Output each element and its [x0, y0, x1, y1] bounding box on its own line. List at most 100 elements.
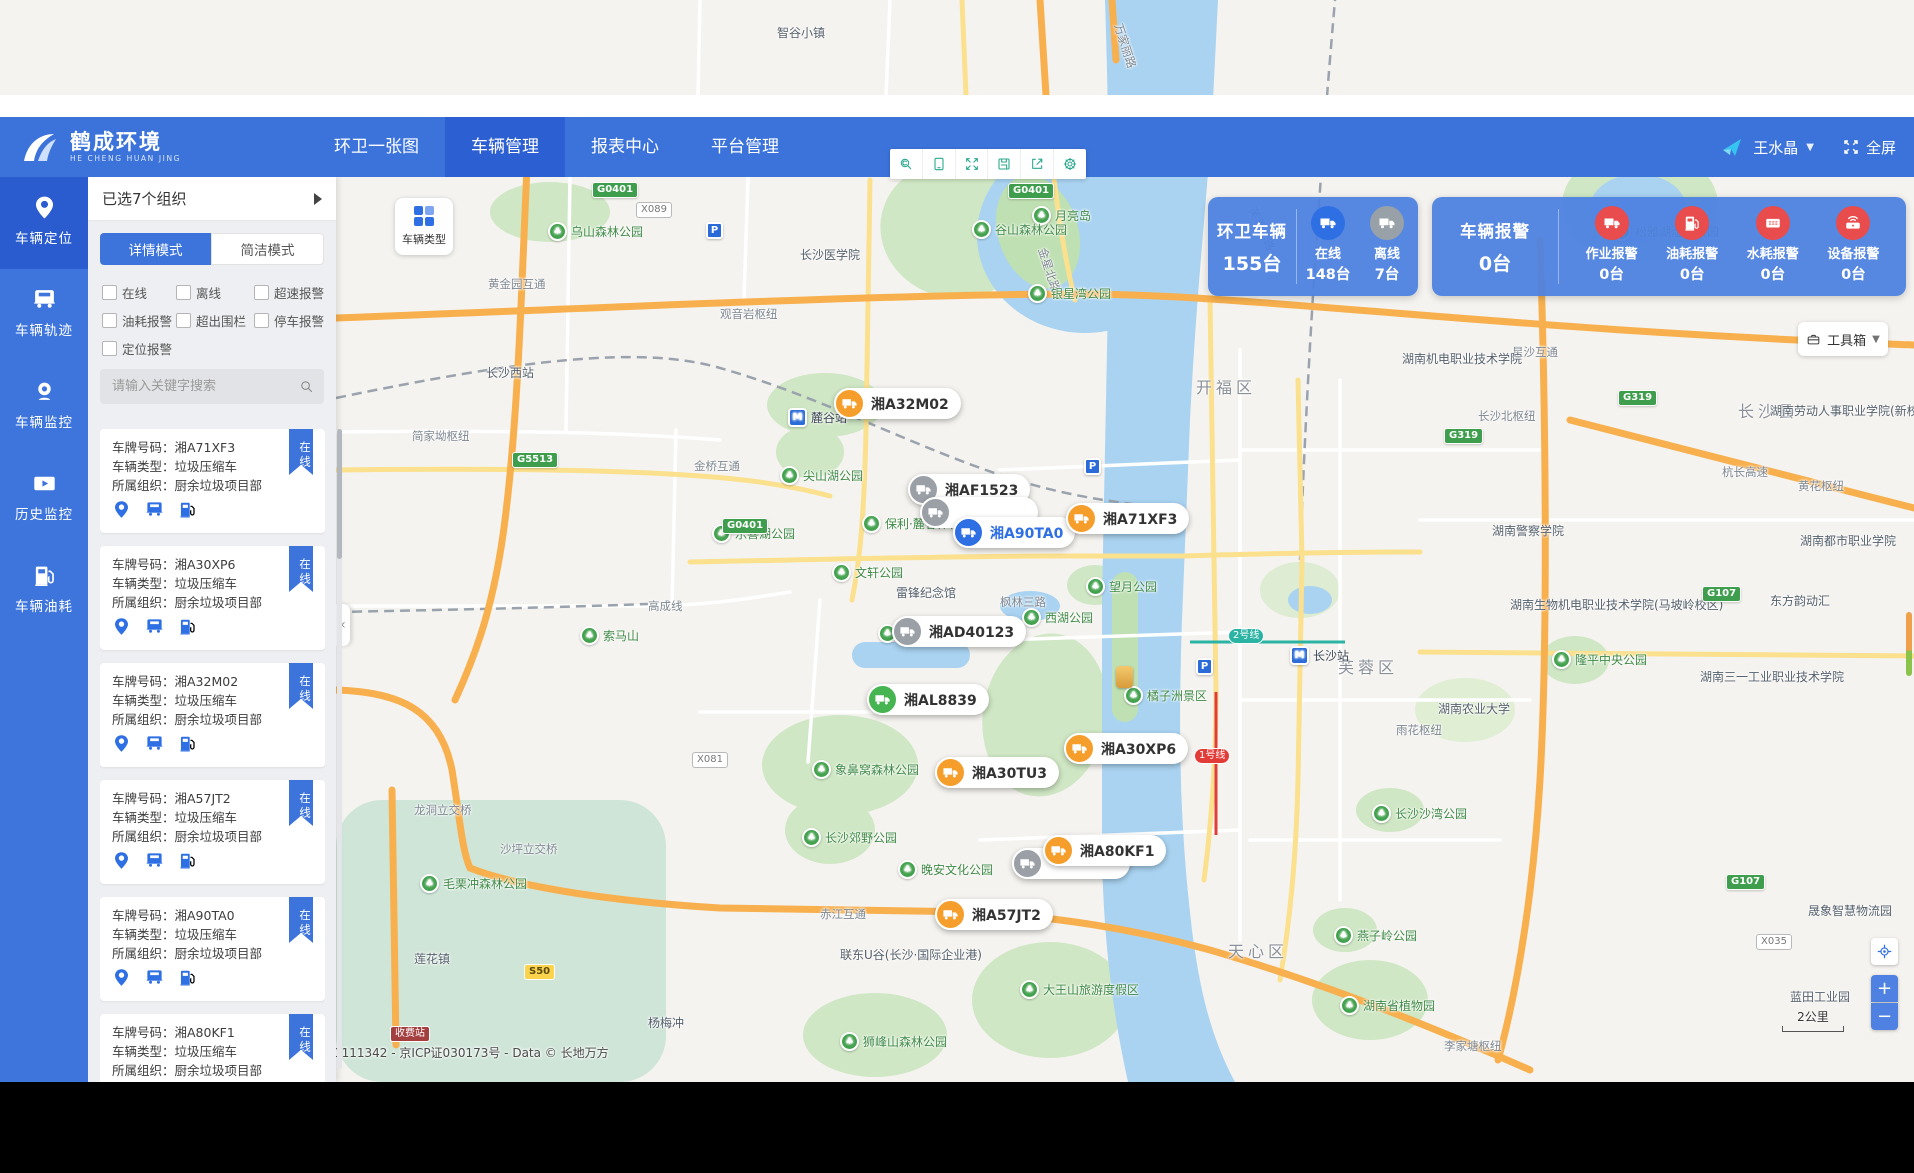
fleet-stat-item: 离线 7台 — [1359, 206, 1415, 296]
filter-option[interactable]: 离线 — [176, 283, 254, 302]
checkbox[interactable] — [102, 341, 117, 356]
locate-vehicle-icon[interactable] — [112, 617, 131, 636]
vehicle-marker[interactable]: 湘A71XF3 — [1066, 503, 1189, 534]
fullscreen-button[interactable]: 全屏 — [1842, 137, 1896, 158]
vehicle-marker[interactable]: 湘A57JT2 — [935, 899, 1053, 930]
map-road-badge: 2号线 — [1228, 628, 1264, 644]
map-label: 狮峰山森林公园 — [840, 1032, 947, 1051]
map-label-text: 莲花镇 — [414, 950, 450, 967]
fuel-vehicle-icon[interactable] — [178, 500, 197, 519]
track-vehicle-icon[interactable] — [145, 617, 164, 636]
vehicle-type-button[interactable]: 车辆类型 — [395, 198, 453, 255]
checkbox[interactable] — [254, 313, 269, 328]
fuel-vehicle-icon[interactable] — [178, 968, 197, 987]
zoom-out-button[interactable]: − — [1871, 1003, 1898, 1030]
nav-item-label: 车辆管理 — [471, 137, 539, 157]
vehicle-card[interactable]: 车牌号码：湘A71XF3 车辆类型：垃圾压缩车 所属组织：厨余垃圾项目部 在线 — [100, 429, 325, 533]
filter-option[interactable]: 定位报警 — [102, 339, 176, 358]
fullscreen-label: 全屏 — [1866, 137, 1896, 158]
expand-view-button[interactable] — [955, 149, 988, 179]
filter-option[interactable]: 油耗报警 — [102, 311, 176, 330]
map-label: 联东U谷(长沙·国际企业港) — [840, 946, 982, 963]
export-button[interactable] — [1020, 149, 1053, 179]
locate-vehicle-icon[interactable] — [112, 851, 131, 870]
vehicle-card[interactable]: 车牌号码：湘A80KF1 车辆类型：垃圾压缩车 所属组织：厨余垃圾项目部 在线 — [100, 1014, 325, 1082]
toolbox-button[interactable]: 工具箱 ▼ — [1798, 322, 1888, 356]
edge-scroll-strip[interactable] — [1906, 612, 1912, 676]
map-label-text: 枫林三路 — [1000, 594, 1046, 610]
badge-text: S50 — [529, 966, 550, 977]
checkbox[interactable] — [176, 285, 191, 300]
save-button[interactable] — [987, 149, 1020, 179]
frame-select-button[interactable] — [922, 149, 955, 179]
vehicle-card[interactable]: 车牌号码：湘A32M02 车辆类型：垃圾压缩车 所属组织：厨余垃圾项目部 在线 — [100, 663, 325, 767]
vehicle-marker[interactable]: 湘A30TU3 — [935, 757, 1059, 788]
fuel-vehicle-icon[interactable] — [178, 617, 197, 636]
mode-tab[interactable]: 详情模式 — [100, 233, 211, 265]
vehicle-marker[interactable]: 湘A90TA0 — [953, 517, 1075, 548]
list-scrollbar[interactable] — [337, 429, 342, 1069]
sidebar-item[interactable]: 车辆监控 — [0, 361, 88, 453]
track-vehicle-icon[interactable] — [145, 851, 164, 870]
vehicle-marker[interactable]: 湘A30XP6 — [1064, 733, 1188, 764]
vehicle-card[interactable]: 车牌号码：湘A30XP6 车辆类型：垃圾压缩车 所属组织：厨余垃圾项目部 在线 — [100, 546, 325, 650]
search-input[interactable] — [110, 378, 299, 395]
filter-option[interactable]: 超速报警 — [254, 283, 328, 302]
truck-icon — [935, 757, 966, 788]
area-search-button[interactable] — [890, 149, 922, 179]
sidebar-item[interactable]: 车辆油耗 — [0, 545, 88, 637]
track-vehicle-icon[interactable] — [145, 500, 164, 519]
nav-item[interactable]: 环卫一张图 — [308, 117, 445, 177]
map-label-text: 长沙郊野公园 — [825, 829, 897, 846]
stat-count: 0台 — [1760, 263, 1785, 284]
organization-header: 已选7个组织 — [88, 177, 336, 221]
locate-vehicle-icon[interactable] — [112, 968, 131, 987]
alarm-breakdown: 作业报警 0台 油耗报警 0台 — [1559, 197, 1906, 296]
filter-option[interactable]: 超出围栏 — [176, 311, 254, 330]
mode-tab[interactable]: 简洁模式 — [211, 233, 324, 265]
nav-item[interactable]: 报表中心 — [565, 117, 685, 177]
locate-button[interactable] — [1871, 938, 1898, 965]
filter-option[interactable]: 在线 — [102, 283, 176, 302]
filter-option[interactable]: 停车报警 — [254, 311, 328, 330]
search-icon[interactable] — [299, 379, 314, 394]
vehicle-plate-label: 湘A71XF3 — [1103, 509, 1177, 529]
fuel-vehicle-icon[interactable] — [178, 734, 197, 753]
sidebar-item[interactable]: 车辆轨迹 — [0, 269, 88, 361]
zoom-in-button[interactable]: + — [1871, 975, 1898, 1002]
filter-label: 定位报警 — [122, 339, 172, 358]
map-label-text: 龙洞立交桥 — [414, 802, 472, 818]
fuel-vehicle-icon[interactable] — [178, 851, 197, 870]
badge-text: G5513 — [517, 454, 553, 465]
locate-vehicle-icon[interactable] — [112, 500, 131, 519]
nav-item[interactable]: 平台管理 — [685, 117, 805, 177]
locate-vehicle-icon[interactable] — [112, 734, 131, 753]
vehicle-card[interactable]: 车牌号码：湘A57JT2 车辆类型：垃圾压缩车 所属组织：厨余垃圾项目部 在线 — [100, 780, 325, 884]
vehicle-card[interactable]: 车牌号码：湘A90TA0 车辆类型：垃圾压缩车 所属组织：厨余垃圾项目部 在线 — [100, 897, 325, 1001]
track-vehicle-icon[interactable] — [145, 968, 164, 987]
list-scrollbar-thumb[interactable] — [337, 429, 342, 559]
vehicle-marker[interactable]: 湘A80KF1 — [1043, 835, 1166, 866]
track-vehicle-icon[interactable] — [145, 734, 164, 753]
toolbox-label: 工具箱 — [1827, 330, 1866, 349]
map-label: 文轩公园 — [832, 563, 903, 582]
vehicle-marker[interactable]: 湘A32M02 — [834, 388, 961, 419]
user-menu[interactable]: 王水晶 ▼ — [1719, 134, 1814, 160]
checkbox[interactable] — [176, 313, 191, 328]
checkbox[interactable] — [254, 285, 269, 300]
vehicle-card-list[interactable]: 车牌号码：湘A71XF3 车辆类型：垃圾压缩车 所属组织：厨余垃圾项目部 在线 … — [100, 429, 325, 1082]
navbar-right: 王水晶 ▼ 全屏 — [1719, 134, 1896, 160]
sidebar-item[interactable]: 车辆定位 — [0, 177, 88, 269]
status-badge-label: 在线 — [297, 792, 313, 821]
settings-gear-icon[interactable] — [1053, 149, 1086, 179]
sidebar-item[interactable]: 历史监控 — [0, 453, 88, 545]
checkbox[interactable] — [102, 313, 117, 328]
checkbox[interactable] — [102, 285, 117, 300]
vehicle-marker[interactable]: 湘AD40123 — [892, 616, 1026, 647]
alarm-title: 车辆报警 — [1460, 218, 1530, 242]
nav-item[interactable]: 车辆管理 — [445, 117, 565, 177]
vehicle-type-label: 车辆类型 — [402, 231, 446, 247]
vehicle-plate-label: 湘A30XP6 — [1101, 739, 1176, 759]
expand-org-arrow-icon[interactable] — [314, 193, 322, 205]
vehicle-marker[interactable]: 湘AL8839 — [867, 684, 989, 715]
